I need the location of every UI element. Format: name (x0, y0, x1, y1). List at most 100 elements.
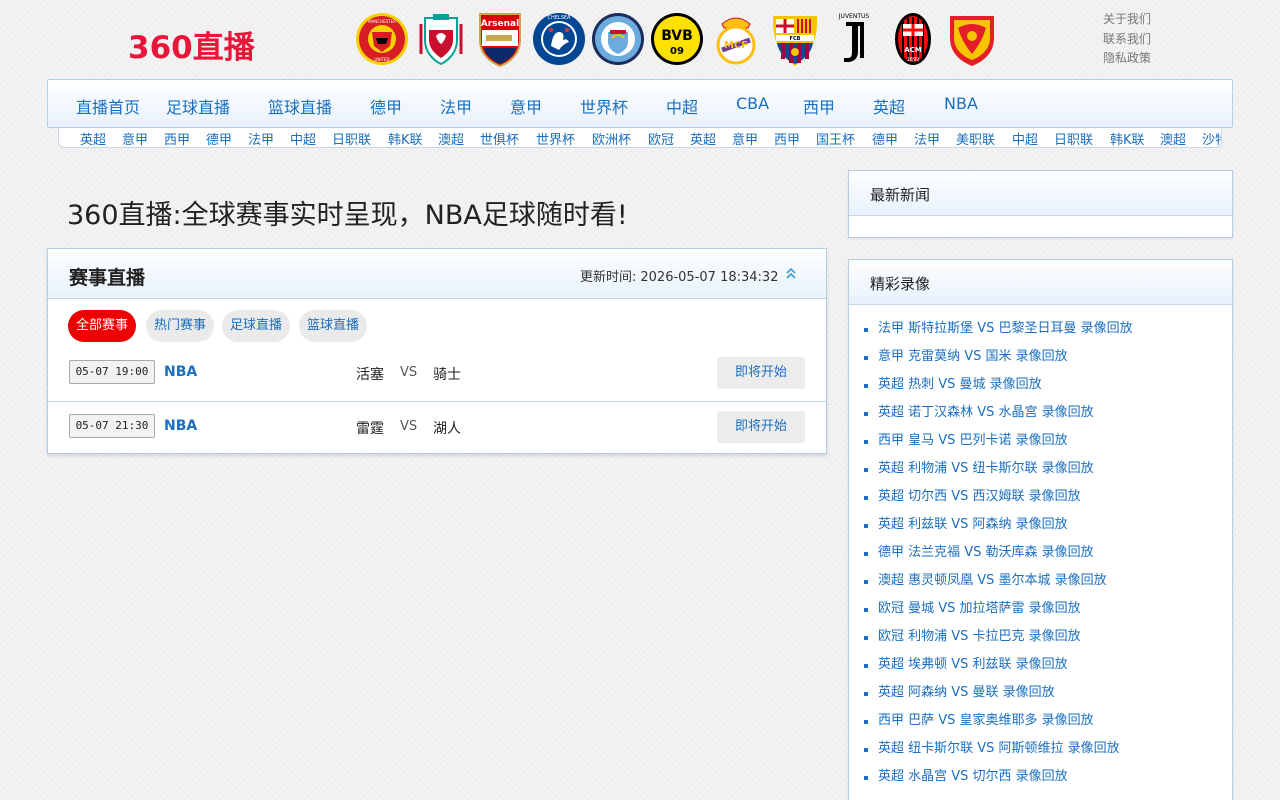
subnav-item[interactable]: 日职联 (332, 129, 371, 147)
replay-link[interactable]: 英超 阿森纳 VS 曼联 录像回放 (878, 685, 1055, 700)
match-row: 05-07 21:30 NBA 雷霆 VS 湖人 即将开始 (48, 402, 826, 456)
list-item: 英超 水晶宫 VS 切尔西 录像回放 (849, 767, 1232, 795)
replay-link[interactable]: 西甲 皇马 VS 巴列卡诺 录像回放 (878, 433, 1068, 448)
filter-basketball-live[interactable]: 篮球直播 (299, 310, 368, 342)
replay-link[interactable]: 法甲 斯特拉斯堡 VS 巴黎圣日耳曼 录像回放 (878, 321, 1133, 336)
svg-text:FCB: FCB (790, 36, 801, 42)
replay-link[interactable]: 意甲 克雷莫纳 VS 国米 录像回放 (878, 349, 1068, 364)
filter-football-live[interactable]: 足球直播 (222, 310, 291, 342)
nav-item-home[interactable]: 直播首页 (76, 94, 140, 118)
home-team: 活塞 (356, 367, 384, 383)
match-status-button[interactable]: 即将开始 (717, 357, 805, 389)
list-item: 英超 埃弗顿 VS 利兹联 录像回放 (849, 655, 1232, 683)
replay-link[interactable]: 英超 诺丁汉森林 VS 水晶宫 录像回放 (878, 405, 1094, 420)
subnav-item[interactable]: 国王杯 (816, 129, 855, 147)
subnav-item[interactable]: 韩K联 (388, 129, 423, 147)
nav-item-serie-a[interactable]: 意甲 (510, 94, 542, 118)
svg-text:ACM: ACM (904, 46, 922, 54)
subnav-item[interactable]: 中超 (290, 129, 316, 147)
subnav-item[interactable]: 澳超 (1160, 129, 1186, 147)
real-madrid-logo-icon[interactable]: MCF (708, 10, 764, 68)
latest-news-title: 最新新闻 (870, 186, 931, 204)
borussia-dortmund-logo-icon[interactable]: BVB 09 (649, 10, 705, 68)
list-item: 英超 诺丁汉森林 VS 水晶宫 录像回放 (849, 403, 1232, 431)
nav-item-basketball-live[interactable]: 篮球直播 (268, 94, 332, 118)
subnav-item[interactable]: 意甲 (122, 129, 148, 147)
manchester-united-logo-icon[interactable]: MANCHESTER UNITED (354, 10, 410, 68)
manchester-city-logo-icon[interactable] (590, 10, 646, 68)
nav-item-nba[interactable]: NBA (944, 94, 978, 113)
subnav-item[interactable]: 英超 (80, 129, 106, 147)
nav-item-ligue1[interactable]: 法甲 (440, 94, 472, 118)
list-item: 澳超 惠灵顿凤凰 VS 墨尔本城 录像回放 (849, 571, 1232, 599)
list-item: 欧冠 利物浦 VS 卡拉巴克 录像回放 (849, 627, 1232, 655)
filter-hot-matches[interactable]: 热门赛事 (146, 310, 215, 342)
subnav-item[interactable]: 德甲 (872, 129, 898, 147)
subnav-item[interactable]: 韩K联 (1110, 129, 1145, 147)
subnav-item[interactable]: 世俱杯 (480, 129, 519, 147)
replay-link[interactable]: 英超 埃弗顿 VS 利兹联 录像回放 (878, 657, 1068, 672)
home-team: 雷霆 (356, 421, 384, 437)
replay-link[interactable]: 英超 水晶宫 VS 切尔西 录像回放 (878, 769, 1068, 784)
replay-link[interactable]: 英超 纽卡斯尔联 VS 阿斯顿维拉 录像回放 (878, 741, 1120, 756)
subnav-item[interactable]: 日职联 (1054, 129, 1093, 147)
arsenal-logo-icon[interactable]: Arsenal (472, 10, 528, 68)
bullet-icon (864, 664, 868, 668)
nav-item-cba[interactable]: CBA (736, 94, 769, 113)
collapse-chevron-up-icon[interactable] (784, 265, 798, 281)
video-replays-title: 精彩录像 (870, 275, 931, 293)
replay-link[interactable]: 澳超 惠灵顿凤凰 VS 墨尔本城 录像回放 (878, 573, 1107, 588)
subnav-item[interactable]: 法甲 (914, 129, 940, 147)
privacy-policy-link[interactable]: 隐私政策 (1103, 49, 1151, 69)
subnav-item[interactable]: 澳超 (438, 129, 464, 147)
subnav-item[interactable]: 美职联 (956, 129, 995, 147)
svg-text:JUVENTUS: JUVENTUS (838, 13, 870, 20)
nav-item-csl[interactable]: 中超 (666, 94, 698, 118)
replay-link[interactable]: 西甲 巴萨 VS 皇家奥维耶多 录像回放 (878, 713, 1094, 728)
subnav-item[interactable]: 意甲 (732, 129, 758, 147)
replay-link[interactable]: 英超 利兹联 VS 阿森纳 录像回放 (878, 517, 1068, 532)
about-us-link[interactable]: 关于我们 (1103, 10, 1151, 30)
nav-item-football-live[interactable]: 足球直播 (166, 94, 230, 118)
replay-link[interactable]: 英超 利物浦 VS 纽卡斯尔联 录像回放 (878, 461, 1094, 476)
video-replays-box: 精彩录像 法甲 斯特拉斯堡 VS 巴黎圣日耳曼 录像回放 意甲 克雷莫纳 VS … (848, 259, 1233, 800)
bullet-icon (864, 720, 868, 724)
subnav-item[interactable]: 英超 (690, 129, 716, 147)
list-item: 欧冠 曼城 VS 加拉塔萨雷 录像回放 (849, 599, 1232, 627)
subnav-item[interactable]: 西甲 (774, 129, 800, 147)
svg-text:UNITED: UNITED (374, 57, 389, 62)
nav-item-bundesliga[interactable]: 德甲 (370, 94, 402, 118)
match-league[interactable]: NBA (164, 364, 197, 380)
site-logo[interactable]: 360直播 (128, 22, 255, 67)
nav-item-premier-league[interactable]: 英超 (873, 94, 905, 118)
subnav-item[interactable]: 欧冠 (648, 129, 674, 147)
contact-us-link[interactable]: 联系我们 (1103, 30, 1151, 50)
subnav-item[interactable]: 欧洲杯 (592, 129, 631, 147)
replay-link[interactable]: 英超 切尔西 VS 西汉姆联 录像回放 (878, 489, 1081, 504)
bullet-icon (864, 776, 868, 780)
chelsea-logo-icon[interactable]: CHELSEA (531, 10, 587, 68)
subnav-item[interactable]: 中超 (1012, 129, 1038, 147)
liverpool-logo-icon[interactable] (413, 10, 469, 68)
replay-link[interactable]: 德甲 法兰克福 VS 勒沃库森 录像回放 (878, 545, 1094, 560)
replay-link[interactable]: 欧冠 曼城 VS 加拉塔萨雷 录像回放 (878, 601, 1081, 616)
replay-link[interactable]: 欧冠 利物浦 VS 卡拉巴克 录像回放 (878, 629, 1081, 644)
guangzhou-fc-logo-icon[interactable] (944, 10, 1000, 68)
away-team: 骑士 (433, 367, 461, 383)
barcelona-logo-icon[interactable]: FCB (767, 10, 823, 68)
video-replays-header: 精彩录像 (849, 260, 1232, 305)
subnav-item[interactable]: 沙特 (1202, 129, 1221, 147)
ac-milan-logo-icon[interactable]: ACM 1899 (885, 10, 941, 68)
filter-all-matches[interactable]: 全部赛事 (68, 310, 137, 342)
subnav-item[interactable]: 德甲 (206, 129, 232, 147)
nav-item-la-liga[interactable]: 西甲 (803, 94, 835, 118)
subnav-item[interactable]: 世界杯 (536, 129, 575, 147)
match-league[interactable]: NBA (164, 418, 197, 434)
subnav-item[interactable]: 西甲 (164, 129, 190, 147)
match-row: 05-07 19:00 NBA 活塞 VS 骑士 即将开始 (48, 348, 826, 402)
nav-item-world-cup[interactable]: 世界杯 (580, 94, 628, 118)
juventus-logo-icon[interactable]: JUVENTUS (826, 10, 882, 68)
match-status-button[interactable]: 即将开始 (717, 411, 805, 443)
replay-link[interactable]: 英超 热刺 VS 曼城 录像回放 (878, 377, 1042, 392)
subnav-item[interactable]: 法甲 (248, 129, 274, 147)
